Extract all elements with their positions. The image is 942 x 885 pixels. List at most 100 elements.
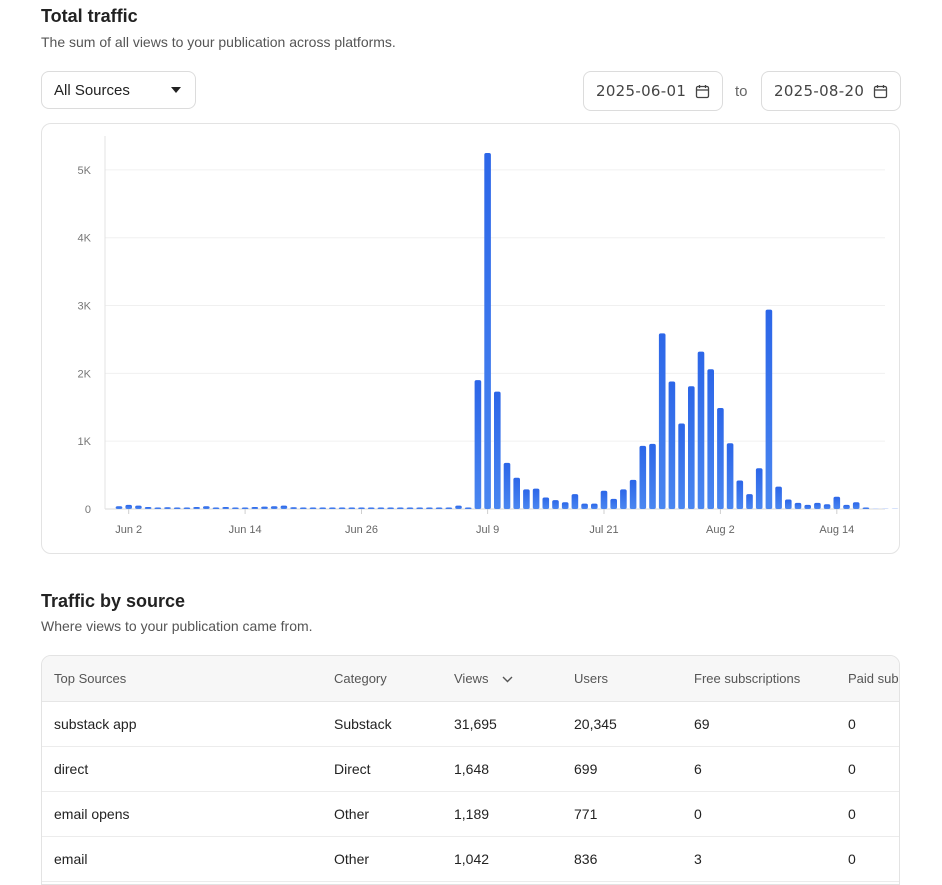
cell-views: 1,648: [442, 746, 562, 792]
chart-bar: [755, 468, 763, 509]
chart-bar: [435, 507, 443, 509]
chart-bar: [464, 507, 472, 509]
calendar-icon[interactable]: [695, 84, 710, 99]
table-row[interactable]: substack app Substack 31,695 20,345 69 0: [42, 701, 899, 747]
chart-bar: [358, 507, 365, 509]
chart-bar: [561, 502, 569, 509]
column-header-top-sources[interactable]: Top Sources: [42, 656, 322, 702]
chart-bar: [775, 486, 782, 509]
table-row[interactable]: direct Direct 1,648 699 6 0: [42, 746, 899, 792]
chart-bar: [173, 507, 181, 509]
chart-bar: [620, 489, 627, 509]
traffic-chart-card: 0 1K 2K 3K 4K 5K Jun 2 Jun 14 Jun 26 Jul 9 Jul 21 A…: [41, 123, 900, 554]
cell-views: 31,695: [442, 701, 562, 747]
chart-bar: [804, 504, 811, 509]
chart-bar: [232, 507, 239, 509]
chart-bar: [367, 507, 375, 509]
chart-bar: [280, 505, 288, 509]
total-traffic-subtitle: The sum of all views to your publication…: [41, 34, 396, 50]
column-header-free-subscriptions[interactable]: Free subscriptions: [682, 656, 836, 702]
column-header-category[interactable]: Category: [322, 656, 442, 702]
chart-bar: [852, 502, 860, 509]
traffic-by-source-subtitle: Where views to your publication came fro…: [41, 618, 313, 634]
chart-bar: [144, 506, 152, 509]
date-range-to-label: to: [735, 83, 748, 100]
chart-bar: [882, 508, 889, 509]
chart-bar: [183, 507, 191, 509]
cell-paid-subscriptions: 0: [836, 836, 899, 882]
column-header-paid-subscriptions[interactable]: Paid subs: [836, 656, 899, 702]
cell-category: Other: [322, 836, 442, 882]
source-filter-value: All Sources: [54, 81, 130, 99]
x-tick-label: Jul 21: [589, 524, 618, 536]
chart-bar: [513, 477, 520, 509]
chart-bar: [765, 309, 773, 509]
chart-bar: [658, 333, 666, 509]
calendar-icon[interactable]: [873, 84, 888, 99]
chart-bar: [397, 507, 404, 509]
x-tick-label: Aug 2: [706, 524, 735, 536]
x-tick-label: Jun 2: [115, 524, 142, 536]
cell-source: email opens: [42, 791, 322, 837]
chart-bar: [251, 506, 259, 509]
chart-bar: [338, 507, 346, 509]
x-tick-label: Jun 26: [345, 524, 378, 536]
chart-bar: [348, 507, 356, 509]
chart-bar: [241, 507, 249, 509]
end-date-value: 2025-08-20: [774, 82, 865, 100]
chart-bar: [290, 507, 297, 509]
chart-bar: [542, 497, 550, 509]
y-tick-label: 5K: [78, 165, 92, 177]
cell-users: 699: [562, 746, 682, 792]
x-tick-label: Jun 14: [229, 524, 262, 536]
cell-users: 836: [562, 836, 682, 882]
chart-bar: [416, 507, 423, 509]
column-header-users[interactable]: Users: [562, 656, 682, 702]
table-header-row: Top Sources Category Views Users Free su…: [42, 656, 899, 702]
end-date-input[interactable]: 2025-08-20: [761, 71, 901, 111]
y-tick-label: 2K: [78, 368, 92, 380]
y-tick-label: 4K: [78, 233, 92, 245]
chart-bar: [154, 507, 162, 509]
chart-bar: [135, 505, 142, 509]
chart-bar: [115, 506, 123, 509]
cell-paid-subscriptions: 0: [836, 701, 899, 747]
x-tick-label: Jul 9: [476, 524, 499, 536]
chart-bar: [600, 490, 608, 509]
chart-bar: [164, 507, 171, 509]
cell-users: 771: [562, 791, 682, 837]
chart-bar: [843, 504, 850, 509]
cell-source: email: [42, 836, 322, 882]
chart-bar: [261, 506, 268, 509]
chart-bar: [319, 507, 326, 509]
chart-bar: [270, 506, 278, 509]
chart-bar: [581, 503, 588, 509]
chart-bar: [872, 508, 879, 509]
chart-bar: [668, 381, 676, 509]
chart-bar: [203, 506, 210, 509]
chart-bar: [717, 407, 724, 509]
cell-free-subscriptions: 3: [682, 836, 836, 882]
caret-down-icon: [171, 87, 181, 93]
x-tick-label: Aug 14: [819, 524, 854, 536]
source-filter-select[interactable]: All Sources: [41, 71, 196, 109]
chart-bar: [726, 443, 734, 509]
chart-bar: [678, 423, 685, 509]
table-row[interactable]: email Other 1,042 836 3 0: [42, 836, 899, 882]
table-row[interactable]: email opens Other 1,189 771 0 0: [42, 791, 899, 837]
chart-bar: [746, 494, 753, 509]
chart-bar: [377, 507, 385, 509]
start-date-value: 2025-06-01: [596, 82, 687, 100]
cell-views: 1,042: [442, 836, 562, 882]
sort-chevron-down-icon[interactable]: [502, 676, 513, 683]
cell-category: Other: [322, 791, 442, 837]
column-header-views[interactable]: Views: [442, 656, 562, 702]
chart-bar: [649, 443, 656, 509]
traffic-by-source-title: Traffic by source: [41, 591, 186, 611]
start-date-input[interactable]: 2025-06-01: [583, 71, 723, 111]
chart-bar: [222, 506, 229, 509]
chart-bar: [814, 502, 821, 509]
cell-paid-subscriptions: 0: [836, 746, 899, 792]
chart-bar: [484, 152, 491, 510]
cell-source: direct: [42, 746, 322, 792]
